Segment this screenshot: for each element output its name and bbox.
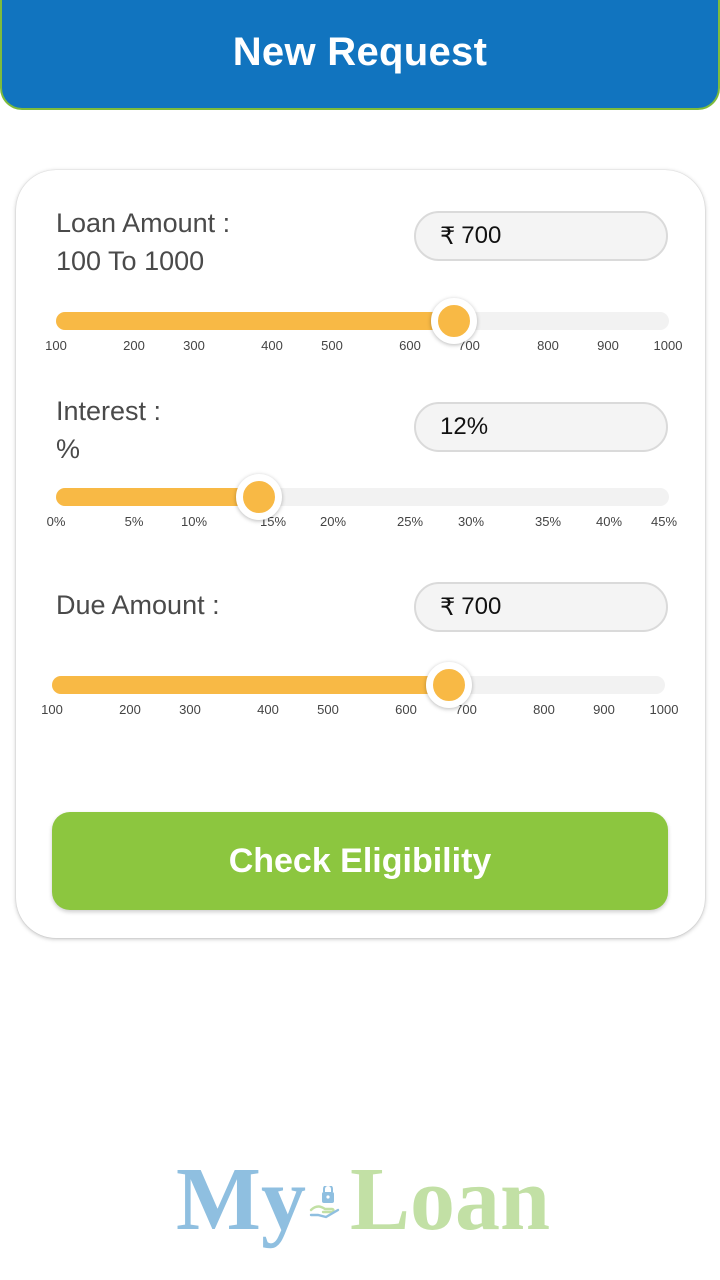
slider-tick-label: 300 [183, 338, 205, 353]
slider-tick-label: 600 [399, 338, 421, 353]
interest-label-title: Interest : [56, 396, 162, 426]
slider-tick-label: 500 [321, 338, 343, 353]
slider-tick-label: 900 [593, 702, 615, 717]
slider-tick-label: 45% [650, 514, 678, 529]
slider-tick-label: 500 [317, 702, 339, 717]
due-amount-slider[interactable]: 100 200 300 400 500 600 700 800 900 1000 [16, 654, 705, 717]
slider-tick-label: 800 [533, 702, 555, 717]
due-amount-label: Due Amount : [56, 590, 220, 620]
logo-text-my: My [176, 1150, 306, 1249]
interest-label: Interest : % [56, 392, 161, 468]
slider-tick-label: 35% [534, 514, 562, 529]
slider-tick-label: 600 [395, 702, 417, 717]
slider-tick-label: 900 [597, 338, 619, 353]
slider-tick-label: 1000 [653, 338, 683, 353]
app-header: New Request [0, 0, 720, 110]
slider-tick-label: 30% [457, 514, 485, 529]
slider-fill [56, 312, 454, 330]
slider-tick-label: 20% [319, 514, 347, 529]
slider-thumb[interactable] [425, 662, 472, 708]
slider-tick-label: 10% [180, 514, 208, 529]
hand-lock-icon [309, 1186, 340, 1219]
slider-tick-label: 200 [119, 702, 141, 717]
slider-fill [52, 676, 449, 694]
check-eligibility-button[interactable]: Check Eligibility [52, 812, 668, 910]
slider-tick-label: 100 [45, 338, 67, 353]
interest-slider[interactable]: 0% 5% 10% 15% 20% 25% 30% 35% 40% 45% [16, 466, 705, 529]
interest-value: 12% [440, 413, 489, 440]
slider-tick-label: 200 [123, 338, 145, 353]
due-amount-value: 700 [461, 593, 502, 620]
due-amount-field[interactable]: ₹ 700 [414, 582, 668, 632]
logo-text-loan: Loan [350, 1150, 551, 1249]
slider-fill [56, 488, 260, 506]
rupee-icon: ₹ [440, 593, 456, 621]
slider-tick-label: 400 [261, 338, 283, 353]
loan-amount-value: 700 [461, 222, 502, 249]
slider-tick-label: 400 [257, 702, 279, 717]
loan-amount-range-label: 100 To 1000 [56, 246, 205, 276]
slider-tick-label: 25% [396, 514, 424, 529]
loan-amount-field[interactable]: ₹ 700 [414, 211, 668, 261]
myloan-logo: My Loan [176, 1150, 556, 1250]
loan-amount-label-title: Loan Amount : [56, 208, 231, 238]
page-title: New Request [232, 29, 488, 74]
interest-field[interactable]: 12% [414, 402, 668, 452]
loan-amount-label: Loan Amount : 100 To 1000 [56, 204, 230, 280]
slider-tick-label: 100 [41, 702, 63, 717]
interest-unit-label: % [56, 434, 81, 464]
loan-amount-slider[interactable]: 100 200 300 400 500 600 700 800 900 1000 [16, 290, 705, 353]
slider-tick-label: 1000 [649, 702, 679, 717]
slider-tick-label: 5% [124, 514, 144, 529]
slider-thumb[interactable] [430, 298, 477, 344]
slider-tick-label: 800 [537, 338, 559, 353]
rupee-icon: ₹ [440, 222, 456, 250]
slider-tick-label: 300 [179, 702, 201, 717]
loan-form-card: Loan Amount : 100 To 1000 ₹ 700 100 200 30… [16, 170, 705, 938]
slider-tick-label: 0% [46, 514, 66, 529]
slider-tick-label: 40% [595, 514, 623, 529]
